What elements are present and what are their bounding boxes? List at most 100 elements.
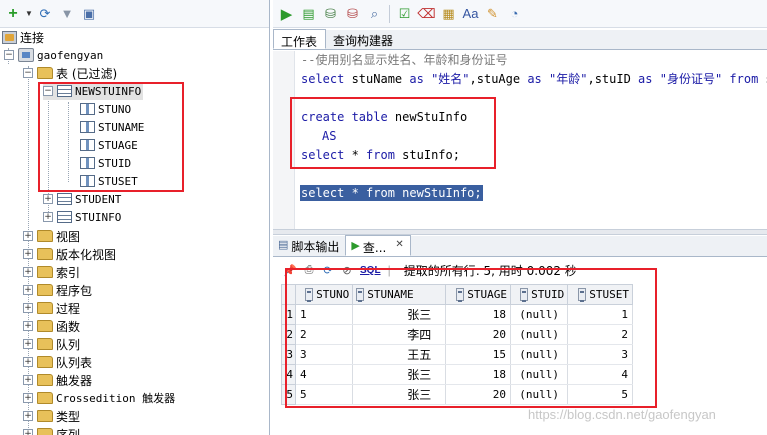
expand-icon[interactable]: + <box>43 194 53 204</box>
row-number[interactable]: 1 <box>281 304 296 325</box>
refresh-icon[interactable]: ⟳ <box>320 262 336 278</box>
cell-stuid[interactable]: (null) <box>510 324 569 345</box>
expand-icon[interactable]: + <box>23 285 33 295</box>
row-number[interactable]: 5 <box>281 384 296 405</box>
autotrace-icon[interactable]: ☑ <box>394 3 415 24</box>
tree-connection[interactable]: − gaofengyan <box>4 46 103 64</box>
expand-icon[interactable]: + <box>23 393 33 403</box>
explain-plan-icon[interactable]: ⌕ <box>364 3 385 24</box>
row-number[interactable]: 4 <box>281 364 296 385</box>
cell-stuage[interactable]: 18 <box>445 304 511 325</box>
tree-tables-folder[interactable]: − 表 (已过滤) <box>23 64 117 82</box>
tree-folder-types[interactable]: + 类型 <box>23 407 80 425</box>
cell-stuset[interactable]: 3 <box>567 344 633 365</box>
tree-column[interactable]: STUSET <box>80 172 138 190</box>
cell-stuid[interactable]: (null) <box>510 364 569 385</box>
sql-tuning-icon[interactable]: ◔ <box>504 3 525 24</box>
expand-icon[interactable]: + <box>23 267 33 277</box>
tree-table-stuinfo[interactable]: + STUINFO <box>43 208 121 226</box>
sql-history-icon[interactable]: ▦ <box>438 3 459 24</box>
table-row[interactable]: 2 2 李四 20 (null) 2 <box>281 324 633 345</box>
cell-stuid[interactable]: (null) <box>510 304 569 325</box>
cell-stuset[interactable]: 2 <box>567 324 633 345</box>
cell-stuage[interactable]: 20 <box>445 384 511 405</box>
run-script-icon[interactable]: ▤ <box>298 3 319 24</box>
cell-stuno[interactable]: 5 <box>295 384 354 405</box>
cell-stuno[interactable]: 3 <box>295 344 354 365</box>
row-number[interactable]: 2 <box>281 324 296 345</box>
cell-stuage[interactable]: 20 <box>445 324 511 345</box>
expand-icon[interactable]: + <box>23 357 33 367</box>
tree-folder-indexes[interactable]: + 索引 <box>23 263 80 281</box>
collapse-icon[interactable]: − <box>43 86 53 96</box>
tree-table-student[interactable]: + STUDENT <box>43 190 121 208</box>
column-header-stuage[interactable]: STUAGE <box>445 284 511 305</box>
expand-icon[interactable]: + <box>23 411 33 421</box>
rollback-icon[interactable]: ⛁ <box>342 3 363 24</box>
tree-folder-queues[interactable]: + 队列 <box>23 335 80 353</box>
expand-icon[interactable]: + <box>23 339 33 349</box>
tree-column[interactable]: STUID <box>80 154 131 172</box>
cell-stuage[interactable]: 18 <box>445 364 511 385</box>
eraser-icon[interactable]: ✎ <box>482 3 503 24</box>
sql-editor[interactable]: --使用别名显示姓名、年龄和身份证号 select stuName as "姓名… <box>295 51 767 229</box>
cell-stuname[interactable]: 张三 <box>352 384 447 405</box>
tree-folder-packages[interactable]: + 程序包 <box>23 281 92 299</box>
expand-icon[interactable]: + <box>23 231 33 241</box>
collapse-icon[interactable]: − <box>4 50 14 60</box>
cell-stuno[interactable]: 2 <box>295 324 354 345</box>
table-row[interactable]: 3 3 王五 15 (null) 3 <box>281 344 633 365</box>
cell-stuage[interactable]: 15 <box>445 344 511 365</box>
schema-browser-icon[interactable]: ▣ <box>79 4 99 24</box>
chevron-down-icon[interactable]: ▼ <box>25 4 33 24</box>
pin-icon[interactable]: 📌 <box>282 262 298 278</box>
tree-folder-editioned-views[interactable]: + 版本化视图 <box>23 245 116 263</box>
expand-icon[interactable]: + <box>23 375 33 385</box>
commit-icon[interactable]: ⛁ <box>320 3 341 24</box>
cell-stuno[interactable]: 1 <box>295 304 354 325</box>
tree-folder-crossedition-triggers[interactable]: + Crossedition 触发器 <box>23 389 175 407</box>
cancel-icon[interactable]: ⊘ <box>339 262 355 278</box>
cell-stuno[interactable]: 4 <box>295 364 354 385</box>
cell-stuid[interactable]: (null) <box>510 384 569 405</box>
column-header-stuno[interactable]: STUNO <box>294 284 354 305</box>
cell-stuname[interactable]: 张三 <box>352 304 447 325</box>
cell-stuset[interactable]: 4 <box>567 364 633 385</box>
clear-icon[interactable]: ⌫ <box>416 3 437 24</box>
table-row[interactable]: 4 4 张三 18 (null) 4 <box>281 364 633 385</box>
expand-icon[interactable]: + <box>23 429 33 435</box>
column-header-stuid[interactable]: STUID <box>509 284 569 305</box>
column-header-stuset[interactable]: STUSET <box>567 284 633 305</box>
close-icon[interactable]: ✕ <box>395 239 403 250</box>
tree-root-connections[interactable]: 连接 <box>2 28 44 46</box>
tab-worksheet[interactable]: 工作表 <box>273 29 327 49</box>
expand-icon[interactable]: + <box>23 303 33 313</box>
column-header-stuname[interactable]: STUNAME <box>352 284 447 305</box>
tree-folder-triggers[interactable]: + 触发器 <box>23 371 92 389</box>
run-statement-icon[interactable]: ▶ <box>276 3 297 24</box>
table-row[interactable]: 5 5 张三 20 (null) 5 <box>281 384 633 405</box>
add-connection-icon[interactable]: + <box>3 4 23 24</box>
cell-stuset[interactable]: 5 <box>567 384 633 405</box>
collapse-icon[interactable]: − <box>23 68 33 78</box>
tab-script-output[interactable]: ▤ 脚本输出 <box>273 235 345 256</box>
tab-query-builder[interactable]: 查询构建器 <box>326 29 401 49</box>
tree-folder-procedures[interactable]: + 过程 <box>23 299 80 317</box>
table-row[interactable]: 1 1 张三 18 (null) 1 <box>281 304 633 325</box>
tree-column[interactable]: STUAGE <box>80 136 138 154</box>
cell-stuid[interactable]: (null) <box>510 344 569 365</box>
tree-column[interactable]: STUNAME <box>80 118 144 136</box>
refresh-icon[interactable]: ⟳ <box>35 4 55 24</box>
sql-link[interactable]: SQL <box>360 265 381 276</box>
cell-stuname[interactable]: 王五 <box>352 344 447 365</box>
tree-folder-queue-tables[interactable]: + 队列表 <box>23 353 92 371</box>
text-case-icon[interactable]: Aa <box>460 3 481 24</box>
tree-folder-views[interactable]: + 视图 <box>23 227 80 245</box>
expand-icon[interactable]: + <box>23 249 33 259</box>
expand-icon[interactable]: + <box>23 321 33 331</box>
cell-stuname[interactable]: 张三 <box>352 364 447 385</box>
tree-table-newstuinfo[interactable]: − NEWSTUINFO <box>43 82 144 100</box>
row-number[interactable]: 3 <box>281 344 296 365</box>
tab-query-result[interactable]: ▶ 查... ✕ <box>345 235 411 256</box>
print-icon[interactable]: ⎙ <box>301 262 317 278</box>
